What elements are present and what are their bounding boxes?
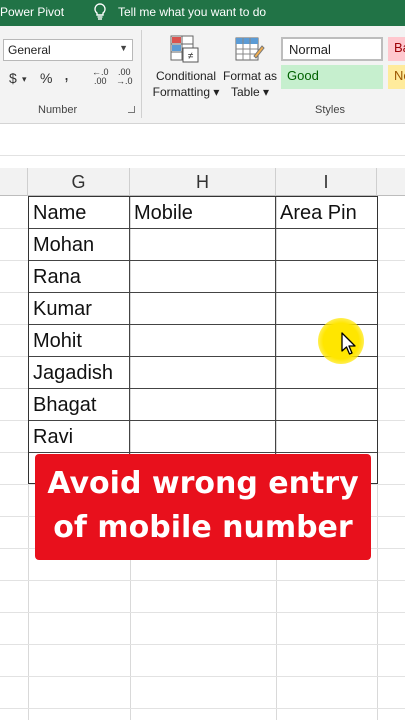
name-cell[interactable]: Ravi: [29, 421, 130, 453]
styles-group-label: Styles: [315, 104, 345, 116]
name-cell[interactable]: Bhagat: [29, 389, 130, 421]
increase-decimal-button[interactable]: ←.0.00: [92, 68, 109, 86]
gridline: [0, 612, 405, 613]
style-good[interactable]: Good: [281, 65, 383, 89]
mouse-pointer-icon: [341, 332, 356, 355]
column-header-g[interactable]: G: [28, 168, 130, 196]
ribbon-tab-bar: Power Pivot Tell me what you want to do: [0, 0, 405, 26]
area-pin-cell[interactable]: [276, 389, 377, 421]
caption-line-2: of mobile number: [53, 510, 353, 545]
accounting-format-button[interactable]: $: [9, 70, 17, 86]
decrease-decimal-button[interactable]: .00 →.0: [116, 68, 133, 86]
column-header-i[interactable]: I: [276, 168, 377, 196]
area-pin-cell[interactable]: [276, 293, 377, 325]
ribbon: General ▼ $ ▾ % , ←.0.00 .00 →.0 Number ≠…: [0, 26, 405, 124]
number-format-dropdown[interactable]: General ▼: [3, 39, 133, 61]
area-pin-cell[interactable]: [276, 261, 377, 293]
row-header-corner[interactable]: [0, 168, 28, 196]
lightbulb-icon: [94, 3, 106, 20]
gridline: [0, 676, 405, 677]
mobile-cell[interactable]: [130, 229, 276, 261]
style-neutral[interactable]: Ne: [388, 65, 405, 89]
column-header-j[interactable]: [377, 168, 405, 196]
area-pin-cell[interactable]: [276, 229, 377, 261]
header-cell-area-pin[interactable]: Area Pin: [276, 197, 377, 229]
group-separator: [141, 30, 142, 118]
number-format-value: General: [8, 43, 51, 57]
area-pin-cell[interactable]: [276, 357, 377, 389]
number-group-label: Number: [38, 104, 78, 116]
mobile-cell[interactable]: [130, 389, 276, 421]
divider: [0, 155, 405, 156]
gridline: [0, 708, 405, 709]
gridline: [0, 580, 405, 581]
mobile-cell[interactable]: [130, 293, 276, 325]
area-pin-cell[interactable]: [276, 421, 377, 453]
name-cell[interactable]: Jagadish: [29, 357, 130, 389]
conditional-formatting-button[interactable]: Conditional Formatting ▾: [148, 68, 224, 100]
name-cell[interactable]: Kumar: [29, 293, 130, 325]
name-cell[interactable]: Rana: [29, 261, 130, 293]
number-dialog-launcher-icon[interactable]: [128, 106, 135, 113]
header-cell-name[interactable]: Name: [29, 197, 130, 229]
name-cell[interactable]: Mohit: [29, 325, 130, 357]
format-as-table-button[interactable]: Format as Table ▾: [222, 68, 278, 100]
svg-text:≠: ≠: [188, 51, 194, 62]
mobile-cell[interactable]: [130, 421, 276, 453]
comma-style-button[interactable]: ,: [64, 64, 69, 85]
column-header-h[interactable]: H: [130, 168, 276, 196]
name-cell[interactable]: Mohan: [29, 229, 130, 261]
style-bad[interactable]: Ba: [388, 37, 405, 61]
format-as-table-icon: [235, 37, 265, 61]
percent-style-button[interactable]: %: [40, 70, 52, 86]
tab-power-pivot[interactable]: Power Pivot: [0, 5, 64, 19]
mobile-cell[interactable]: [130, 261, 276, 293]
chevron-down-icon: ▼: [119, 43, 128, 53]
style-normal[interactable]: Normal: [281, 37, 383, 61]
tell-me-search[interactable]: Tell me what you want to do: [118, 5, 266, 19]
header-cell-mobile[interactable]: Mobile: [130, 197, 276, 229]
caption-line-1: Avoid wrong entry: [47, 466, 359, 501]
caption-banner: Avoid wrong entry of mobile number: [35, 454, 371, 560]
mobile-cell[interactable]: [130, 325, 276, 357]
gridline: [0, 644, 405, 645]
accounting-dropdown-caret[interactable]: ▾: [22, 74, 27, 85]
formula-bar-area: [0, 124, 405, 168]
mobile-cell[interactable]: [130, 357, 276, 389]
conditional-formatting-icon: ≠: [170, 35, 199, 63]
